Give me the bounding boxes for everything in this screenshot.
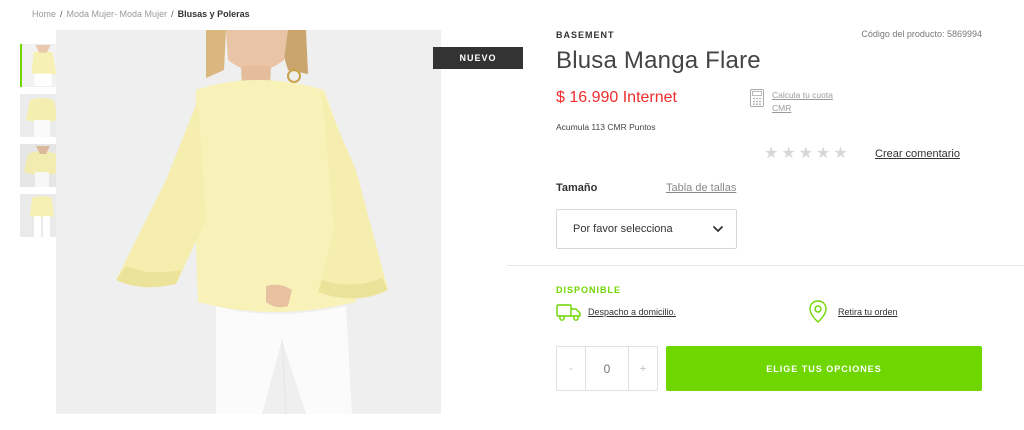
decrease-quantity-button[interactable]: - <box>557 347 585 390</box>
increase-quantity-button[interactable]: + <box>629 347 657 390</box>
star-icon[interactable]: ★ <box>799 145 813 161</box>
size-select[interactable]: Por favor selecciona <box>556 209 737 249</box>
section-divider <box>507 265 1024 266</box>
breadcrumb-category[interactable]: Moda Mujer- Moda Mujer <box>67 9 168 19</box>
product-price: $ 16.990 Internet <box>556 89 677 106</box>
cuota-calculator[interactable]: Calcula tu cuota CMR <box>750 89 852 115</box>
breadcrumb-separator: / <box>60 9 63 19</box>
choose-options-button[interactable]: ELIGE TUS OPCIONES <box>666 346 982 391</box>
home-delivery-link[interactable]: Despacho a domicilio. <box>588 307 676 317</box>
store-pickup[interactable]: Retira tu orden <box>808 300 898 324</box>
size-label: Tamaño <box>556 182 598 194</box>
breadcrumb-current: Blusas y Poleras <box>177 9 250 19</box>
home-delivery[interactable]: Despacho a domicilio. <box>556 302 676 322</box>
cmr-points: Acumula 113 CMR Puntos <box>556 122 656 132</box>
chevron-down-icon <box>713 226 723 232</box>
product-brand[interactable]: BASEMENT <box>556 30 615 40</box>
product-title: Blusa Manga Flare <box>556 47 761 74</box>
size-select-value: Por favor selecciona <box>573 223 673 235</box>
new-badge: NUEVO <box>433 47 523 69</box>
rating-stars[interactable]: ★ ★ ★ ★ ★ <box>764 145 848 161</box>
quantity-stepper: - 0 + <box>556 346 658 391</box>
star-icon[interactable]: ★ <box>781 145 795 161</box>
breadcrumb: Home / Moda Mujer- Moda Mujer / Blusas y Pol… <box>32 9 250 19</box>
calculator-icon <box>750 89 764 107</box>
star-icon[interactable]: ★ <box>833 145 847 161</box>
breadcrumb-separator: / <box>171 9 174 19</box>
product-main-image[interactable] <box>56 30 441 414</box>
size-table-link[interactable]: Tabla de tallas <box>666 182 736 194</box>
product-code: Código del producto: 5869994 <box>861 29 982 39</box>
store-pickup-link[interactable]: Retira tu orden <box>838 307 898 317</box>
truck-icon <box>556 304 581 321</box>
star-icon[interactable]: ★ <box>764 145 778 161</box>
location-pin-icon <box>809 300 827 323</box>
breadcrumb-home[interactable]: Home <box>32 9 56 19</box>
create-comment-link[interactable]: Crear comentario <box>875 148 960 160</box>
cuota-link[interactable]: Calcula tu cuota CMR <box>772 89 852 115</box>
star-icon[interactable]: ★ <box>816 145 830 161</box>
product-photo <box>56 30 441 414</box>
availability-status: DISPONIBLE <box>556 285 622 295</box>
quantity-input[interactable]: 0 <box>585 347 629 390</box>
